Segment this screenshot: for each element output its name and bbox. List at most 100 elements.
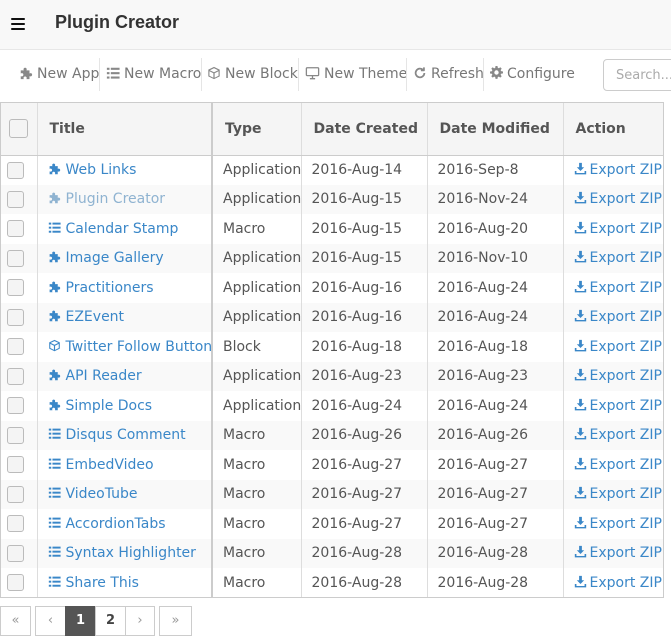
new-theme-label: New Theme — [324, 66, 408, 82]
row-title-link[interactable]: EmbedVideo — [48, 457, 154, 473]
row-checkbox[interactable] — [7, 574, 24, 592]
configure-button[interactable]: Configure — [490, 58, 575, 91]
row-title-link[interactable]: Web Links — [48, 162, 136, 178]
download-icon — [574, 310, 586, 322]
row-title-link[interactable]: Twitter Follow Button — [48, 339, 212, 355]
export-zip-link[interactable]: Export ZIP — [574, 309, 662, 325]
download-icon — [574, 457, 586, 470]
row-checkbox[interactable] — [7, 190, 24, 208]
row-title-link[interactable]: Image Gallery — [48, 250, 164, 266]
export-zip-link[interactable]: Export ZIP — [574, 575, 662, 591]
row-title-link[interactable]: Simple Docs — [48, 398, 152, 414]
row-date-modified: 2016-Aug-24 — [427, 273, 564, 303]
new-block-button[interactable]: New Block — [207, 58, 298, 91]
row-date-created: 2016-Aug-24 — [301, 391, 428, 421]
table-row: API Reader Application 2016-Aug-23 2016-Aug… — [1, 361, 663, 391]
last-page-button[interactable]: » — [159, 606, 192, 636]
row-title-link[interactable]: VideoTube — [48, 486, 138, 502]
row-date-modified: 2016-Aug-18 — [427, 332, 564, 362]
row-type: Macro — [212, 420, 302, 450]
export-zip-link[interactable]: Export ZIP — [574, 368, 662, 384]
list-icon — [48, 517, 61, 528]
next-page-button[interactable]: › — [125, 606, 155, 636]
table-row: EZEvent Application 2016-Aug-16 2016-Aug-24… — [1, 302, 663, 332]
export-zip-link[interactable]: Export ZIP — [574, 457, 662, 473]
row-title-link[interactable]: Practitioners — [48, 280, 154, 296]
export-zip-link[interactable]: Export ZIP — [574, 545, 662, 561]
row-type: Block — [212, 332, 302, 362]
search-input[interactable] — [603, 59, 671, 91]
row-date-modified: 2016-Aug-28 — [427, 538, 564, 568]
export-zip-link[interactable]: Export ZIP — [574, 427, 662, 443]
new-theme-button[interactable]: New Theme — [305, 58, 407, 91]
export-zip-link[interactable]: Export ZIP — [574, 486, 662, 502]
row-title-link[interactable]: Share This — [48, 575, 139, 591]
new-macro-label: New Macro — [124, 66, 202, 82]
row-type: Application — [212, 273, 302, 303]
row-date-modified: 2016-Aug-27 — [427, 509, 564, 539]
row-title-link[interactable]: AccordionTabs — [48, 516, 166, 532]
export-zip-label: Export ZIP — [589, 456, 662, 473]
first-page-button[interactable]: « — [0, 606, 31, 636]
row-checkbox[interactable] — [7, 485, 24, 503]
export-zip-link[interactable]: Export ZIP — [574, 280, 662, 296]
select-all-checkbox[interactable] — [9, 119, 28, 139]
row-date-modified: 2016-Aug-23 — [427, 361, 564, 391]
puzzle-icon — [49, 251, 60, 263]
row-type: Macro — [212, 509, 302, 539]
row-date-created: 2016-Aug-28 — [301, 538, 428, 568]
row-date-created: 2016-Aug-26 — [301, 420, 428, 450]
export-zip-link[interactable]: Export ZIP — [574, 221, 662, 237]
row-type: Macro — [212, 568, 302, 597]
row-title-link[interactable]: Disqus Comment — [48, 427, 186, 443]
column-header-date-modified[interactable]: Date Modified — [427, 103, 564, 156]
row-title-link[interactable]: EZEvent — [48, 309, 124, 325]
row-title-link[interactable]: Calendar Stamp — [48, 221, 178, 237]
row-title-link[interactable]: Plugin Creator — [48, 191, 165, 207]
export-zip-link[interactable]: Export ZIP — [574, 250, 662, 266]
configure-label: Configure — [507, 66, 575, 82]
row-checkbox[interactable] — [7, 338, 24, 356]
row-checkbox[interactable] — [7, 308, 24, 326]
page-1-button[interactable]: 1 — [65, 606, 96, 636]
row-checkbox[interactable] — [7, 544, 24, 562]
hamburger-icon[interactable] — [11, 18, 25, 30]
app-title: Plugin Creator — [55, 12, 180, 32]
new-block-label: New Block — [225, 66, 298, 82]
row-checkbox[interactable] — [7, 367, 24, 385]
table-row: AccordionTabs Macro 2016-Aug-27 2016-Aug-27… — [1, 509, 663, 539]
row-title-link[interactable]: Syntax Highlighter — [48, 545, 196, 561]
export-zip-link[interactable]: Export ZIP — [574, 398, 662, 414]
row-date-modified: 2016-Aug-27 — [427, 479, 564, 509]
page-2-button[interactable]: 2 — [95, 606, 126, 636]
new-app-button[interactable]: New App — [19, 58, 99, 91]
prev-page-button[interactable]: ‹ — [35, 606, 66, 636]
export-zip-link[interactable]: Export ZIP — [574, 162, 662, 178]
row-checkbox[interactable] — [7, 161, 24, 179]
row-checkbox[interactable] — [7, 456, 24, 474]
refresh-button[interactable]: Refresh — [413, 58, 484, 91]
table-header-row: Title Type Date Created Date Modified Ac… — [1, 103, 663, 156]
table-row: Simple Docs Application 2016-Aug-24 2016-Au… — [1, 391, 663, 421]
export-zip-link[interactable]: Export ZIP — [574, 339, 662, 355]
row-checkbox[interactable] — [7, 397, 24, 415]
puzzle-icon — [49, 281, 60, 292]
plugins-table: Title Type Date Created Date Modified Ac… — [0, 102, 664, 598]
export-zip-link[interactable]: Export ZIP — [574, 191, 662, 207]
row-date-created: 2016-Aug-23 — [301, 361, 428, 391]
column-header-type[interactable]: Type — [212, 103, 302, 156]
column-header-title[interactable]: Title — [37, 103, 213, 156]
export-zip-link[interactable]: Export ZIP — [574, 516, 662, 532]
column-header-date-created[interactable]: Date Created — [301, 103, 428, 156]
row-checkbox[interactable] — [7, 249, 24, 267]
row-title: EmbedVideo — [65, 456, 154, 473]
export-zip-label: Export ZIP — [589, 279, 662, 296]
row-checkbox[interactable] — [7, 515, 24, 533]
new-macro-button[interactable]: New Macro — [106, 58, 201, 91]
row-type: Macro — [212, 450, 302, 480]
row-date-modified: 2016-Aug-20 — [427, 214, 564, 244]
row-checkbox[interactable] — [7, 426, 24, 444]
row-checkbox[interactable] — [7, 220, 24, 238]
row-title-link[interactable]: API Reader — [48, 368, 142, 384]
row-checkbox[interactable] — [7, 279, 24, 297]
